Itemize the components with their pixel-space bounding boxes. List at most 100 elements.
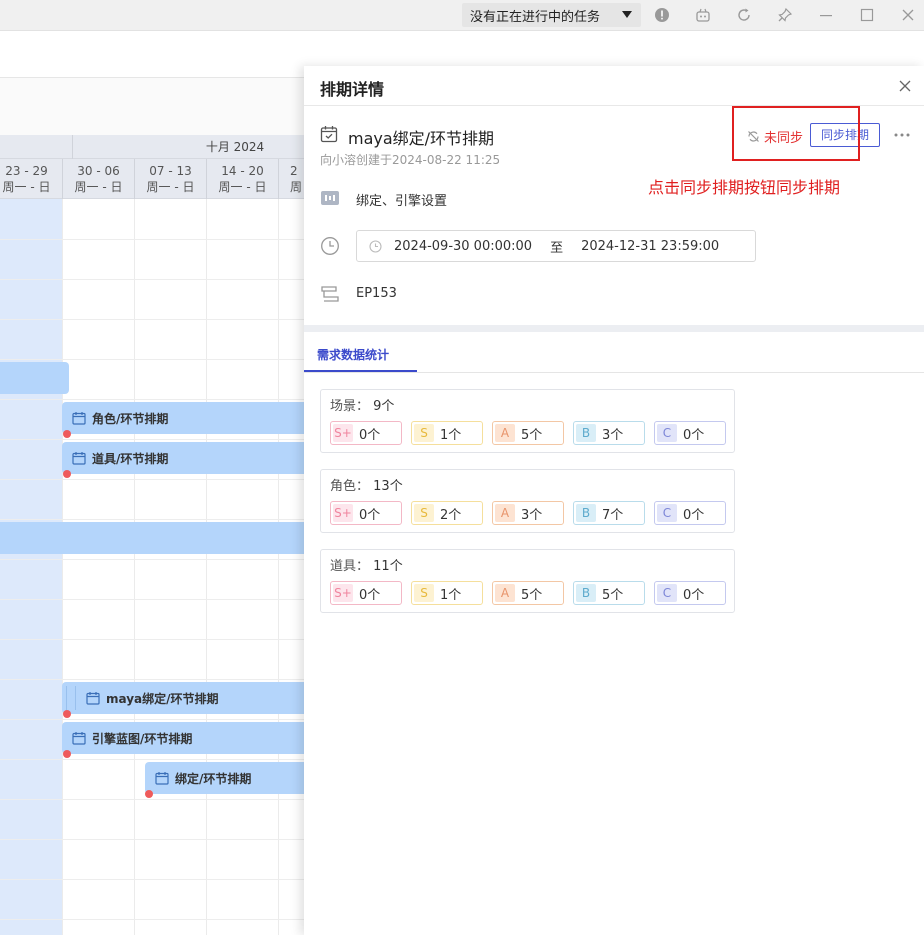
stat-card-scene: 场景： 9个 S+ 0个 S 1个 A 5个 B 3个 C 0个 <box>320 389 735 453</box>
date-range-picker[interactable]: 2024-09-30 00:00:00 至 2024-12-31 23:59:0… <box>356 230 756 262</box>
week-header: 30 - 06 周一 - 日 <box>62 159 134 199</box>
drag-handle[interactable] <box>66 686 76 710</box>
gantt-month-header: 十月 2024 <box>0 135 310 159</box>
grade-chip: B 7个 <box>573 501 645 525</box>
date-end[interactable]: 2024-12-31 23:59:00 <box>581 239 719 254</box>
pin-icon[interactable] <box>777 7 793 23</box>
gantt-body: 角色/环节排期 道具/环节排期 maya绑定/环节排期 引擎蓝图/环节排期 绑定… <box>0 199 310 935</box>
caret-down-icon <box>622 11 632 18</box>
close-icon[interactable] <box>900 7 916 23</box>
gantt-week-header: 23 - 29 周一 - 日 30 - 06 周一 - 日 07 - 13 周一… <box>0 159 310 199</box>
gantt-bar-prop[interactable]: 道具/环节排期 <box>62 442 310 474</box>
calendar-icon <box>155 772 169 785</box>
gantt-bar-role[interactable]: 角色/环节排期 <box>62 402 310 434</box>
grade-chip: S 1个 <box>411 421 483 445</box>
bot-icon[interactable] <box>695 7 711 23</box>
grade-badge: B <box>576 584 596 602</box>
section-divider <box>304 325 924 332</box>
grade-row: S+ 0个 S 2个 A 3个 B 7个 C 0个 <box>330 501 735 525</box>
gantt-row <box>0 879 310 919</box>
gantt-bar-label: 道具/环节排期 <box>92 451 169 466</box>
gantt-row <box>0 839 310 879</box>
task-title: maya绑定/环节排期 <box>348 129 495 148</box>
grade-count: 5个 <box>521 427 543 443</box>
gantt-row <box>0 559 310 599</box>
gantt-bar-bind[interactable]: 绑定/环节排期 <box>145 762 310 794</box>
close-icon[interactable] <box>898 79 912 93</box>
clock-icon <box>321 237 339 255</box>
grade-count: 7个 <box>602 507 624 523</box>
tab-bar: 需求数据统计 <box>304 332 924 373</box>
grade-badge: S <box>414 424 434 442</box>
grade-badge: A <box>495 504 515 522</box>
grade-count: 3个 <box>521 507 543 523</box>
week-header: 14 - 20 周一 - 日 <box>206 159 278 199</box>
grade-count: 0个 <box>683 587 705 603</box>
grade-count: 1个 <box>440 427 462 443</box>
grade-count: 0个 <box>683 507 705 523</box>
calendar-icon <box>72 732 86 745</box>
grade-chip: S+ 0个 <box>330 501 402 525</box>
gantt-row <box>0 799 310 839</box>
gantt-toolbar <box>0 31 310 78</box>
gantt-row <box>0 639 310 679</box>
grade-count: 5个 <box>521 587 543 603</box>
stat-label: 角色： <box>330 479 370 494</box>
maximize-icon[interactable] <box>859 7 875 23</box>
tab-active-indicator <box>304 370 417 372</box>
grade-count: 0个 <box>359 427 381 443</box>
week-range: 30 - 06 <box>77 164 120 178</box>
info-icon[interactable] <box>654 7 670 23</box>
week-days: 周一 - 日 <box>74 180 123 194</box>
minimize-icon[interactable] <box>818 7 834 23</box>
calendar-icon <box>72 452 86 465</box>
week-range: 23 - 29 <box>5 164 48 178</box>
grade-badge: S <box>414 584 434 602</box>
gantt-bar-group[interactable] <box>0 362 69 394</box>
stat-header: 场景： 9个 <box>330 395 394 414</box>
gantt-bar-engine[interactable]: 引擎蓝图/环节排期 <box>62 722 310 754</box>
grade-badge: A <box>495 584 515 602</box>
grade-chip: C 0个 <box>654 421 726 445</box>
week-days: 周一 - 日 <box>2 180 51 194</box>
gantt-bar-label: maya绑定/环节排期 <box>106 691 219 706</box>
episode-text: EP153 <box>356 286 397 301</box>
gantt-bar-label: 引擎蓝图/环节排期 <box>92 731 193 746</box>
grade-chip: S 1个 <box>411 581 483 605</box>
grade-chip: S+ 0个 <box>330 581 402 605</box>
grade-chip: S+ 0个 <box>330 421 402 445</box>
grade-count: 3个 <box>602 427 624 443</box>
stage-text: 绑定、引擎设置 <box>356 194 448 209</box>
gantt-chart: 十月 2024 23 - 29 周一 - 日 30 - 06 周一 - 日 07… <box>0 31 310 935</box>
grade-badge: B <box>576 424 596 442</box>
stage-icon <box>321 191 339 205</box>
more-icon[interactable] <box>893 128 911 142</box>
grade-count: 2个 <box>440 507 462 523</box>
annotation-highlight-box <box>732 106 860 161</box>
grade-badge: S+ <box>333 504 353 522</box>
stat-total: 13个 <box>373 479 403 494</box>
stat-label: 道具： <box>330 559 370 574</box>
task-status-dropdown[interactable]: 没有正在进行中的任务 <box>462 3 641 27</box>
unsynced-dot <box>145 790 153 798</box>
gantt-row <box>0 919 310 935</box>
episode-icon <box>321 286 339 302</box>
gantt-row <box>0 599 310 639</box>
grade-count: 0个 <box>359 587 381 603</box>
grade-badge: S+ <box>333 584 353 602</box>
date-start[interactable]: 2024-09-30 00:00:00 <box>394 239 532 254</box>
tab-demand-stats[interactable]: 需求数据统计 <box>317 346 389 363</box>
annotation-hint: 点击同步排期按钮同步排期 <box>648 178 841 197</box>
gantt-bar-group[interactable] <box>0 522 310 554</box>
stat-card-character: 角色： 13个 S+ 0个 S 2个 A 3个 B 7个 C 0个 <box>320 469 735 533</box>
unsynced-dot <box>63 750 71 758</box>
gantt-bar-maya[interactable]: maya绑定/环节排期 <box>62 682 310 714</box>
grade-badge: S+ <box>333 424 353 442</box>
grade-chip: B 5个 <box>573 581 645 605</box>
refresh-icon[interactable] <box>736 7 752 23</box>
gantt-row <box>0 239 310 279</box>
grade-badge: C <box>657 584 677 602</box>
stat-header: 角色： 13个 <box>330 475 403 494</box>
drawer-title: 排期详情 <box>320 80 385 99</box>
grade-row: S+ 0个 S 1个 A 5个 B 3个 C 0个 <box>330 421 735 445</box>
